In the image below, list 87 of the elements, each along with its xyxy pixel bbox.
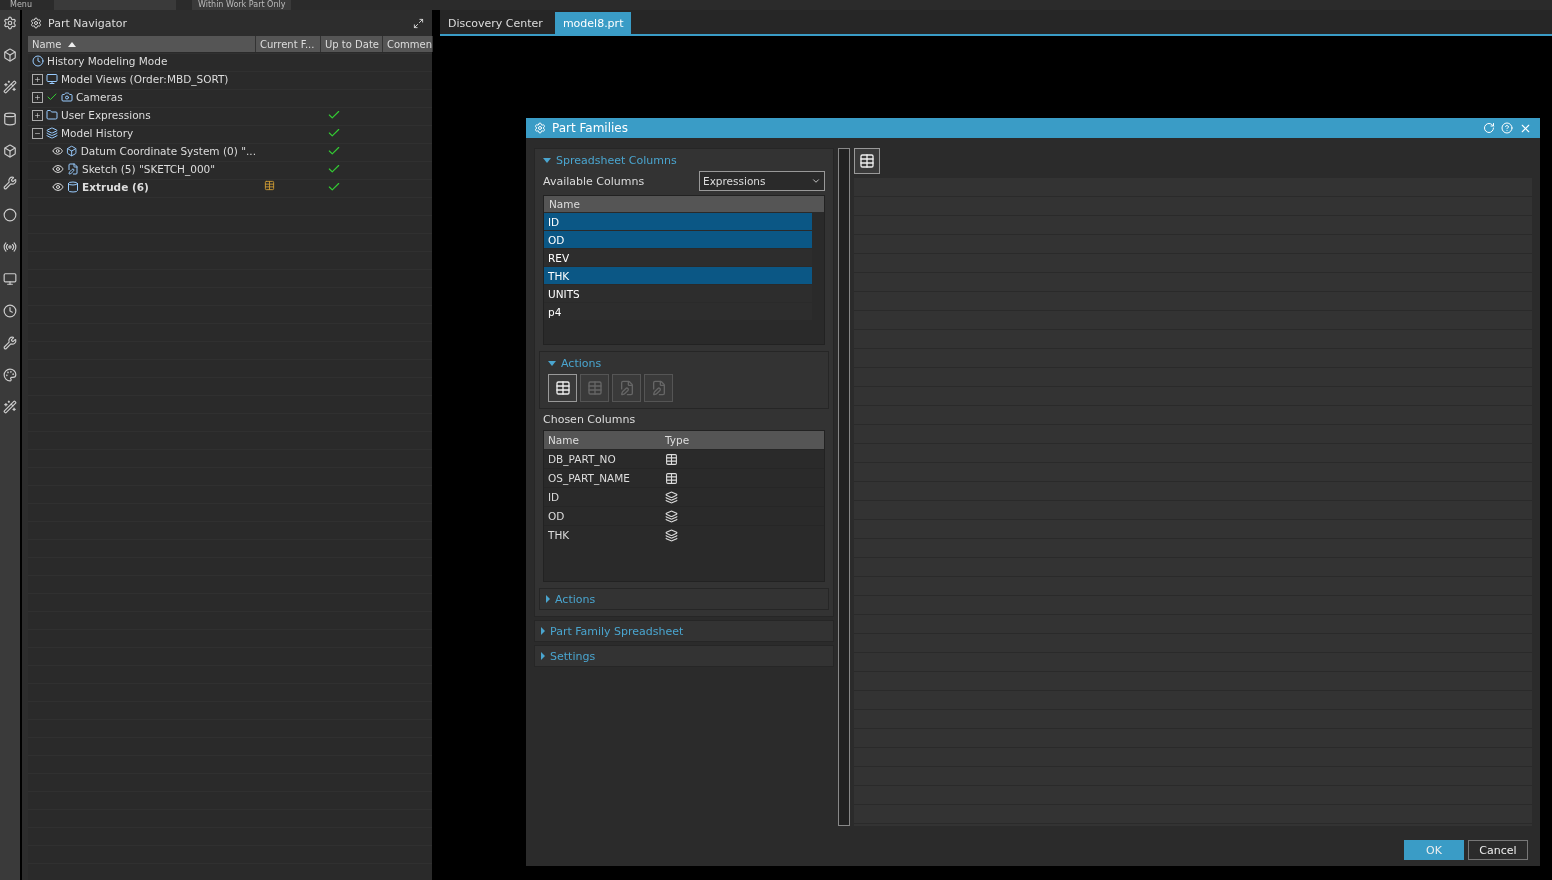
field-label: Chosen Columns	[543, 413, 637, 426]
filter-dropdown[interactable]: Within Work Part Only	[191, 0, 292, 10]
expand-icon[interactable]	[32, 109, 43, 121]
check-icon	[327, 144, 341, 158]
caret-icon[interactable]	[543, 157, 551, 163]
chevron-down-icon	[811, 176, 821, 186]
circle-icon[interactable]	[3, 208, 17, 222]
check-icon	[327, 162, 341, 176]
tree-item-label[interactable]: Datum Coordinate System (0) "...	[80, 145, 256, 157]
wand-icon[interactable]	[3, 80, 17, 94]
eye-icon[interactable]	[52, 181, 64, 193]
columns-dropdown[interactable]: Expressions	[699, 171, 825, 191]
column-header: Name	[549, 198, 580, 210]
caret-icon[interactable]	[541, 652, 545, 660]
palette-icon[interactable]	[3, 368, 17, 382]
collapse-icon[interactable]	[32, 127, 43, 139]
tree-item-label[interactable]: Extrude (6)	[82, 181, 149, 193]
column-header[interactable]: Commen	[383, 36, 433, 52]
reset-icon[interactable]	[1483, 122, 1495, 134]
caret-icon[interactable]	[548, 360, 556, 366]
table-cell-text: OD	[547, 510, 566, 522]
expand-icon[interactable]	[32, 91, 43, 103]
wand-icon[interactable]	[3, 400, 17, 414]
table-cell-text: OS_PART_NAME	[547, 472, 631, 484]
cylinder-icon	[67, 181, 79, 193]
gear-icon[interactable]	[3, 16, 17, 30]
layers-icon	[46, 127, 58, 139]
radio-icon[interactable]	[3, 240, 17, 254]
add-table-button[interactable]	[854, 148, 880, 174]
field-label: Available Columns	[543, 174, 645, 188]
gear-icon	[30, 17, 42, 29]
table-icon	[554, 380, 571, 396]
pen-icon	[618, 380, 635, 396]
eye-icon[interactable]	[52, 145, 64, 157]
monitor-icon	[46, 73, 58, 85]
table-cell-text: THK	[547, 529, 571, 541]
wrench-icon[interactable]	[3, 176, 17, 190]
column-header[interactable]: Name	[28, 36, 256, 52]
tree-item-label[interactable]: User Expressions	[61, 109, 151, 121]
cylinder-icon[interactable]	[3, 112, 17, 126]
column-header[interactable]: Current F...	[256, 36, 321, 52]
caret-icon[interactable]	[546, 595, 550, 603]
tree-item-label[interactable]: Cameras	[76, 91, 123, 103]
list-item[interactable]: ID	[544, 213, 812, 230]
table-cell-text: DB_PART_NO	[547, 453, 617, 465]
menu-button[interactable]: Menu	[4, 0, 38, 10]
column-header: Name	[547, 434, 580, 446]
tree-item-label[interactable]: History Modeling Mode	[47, 55, 168, 67]
section-header[interactable]: Actions	[555, 592, 596, 606]
maximize-icon[interactable]	[413, 17, 424, 29]
camera-icon	[61, 91, 73, 103]
wrench-icon[interactable]	[3, 336, 17, 350]
tree-item-label[interactable]: Model History	[61, 127, 134, 139]
column-header: Type	[664, 434, 691, 446]
dialog-title: Part Families	[552, 121, 628, 135]
box-icon[interactable]	[3, 144, 17, 158]
eye-icon[interactable]	[52, 163, 64, 175]
box-icon[interactable]	[3, 48, 17, 62]
section-header[interactable]: Actions	[561, 356, 602, 370]
splitter[interactable]	[838, 148, 850, 826]
section-header[interactable]: Spreadsheet Columns	[556, 153, 677, 167]
clock-icon	[32, 55, 44, 67]
check-icon	[327, 126, 341, 140]
tree-item-label[interactable]: Model Views (Order:MBD_SORT)	[61, 73, 229, 85]
table-icon	[859, 153, 875, 169]
pen-icon	[650, 380, 667, 396]
table-cell-text: ID	[547, 491, 561, 503]
add-column-button[interactable]	[548, 374, 577, 402]
monitor-icon[interactable]	[3, 272, 17, 286]
list-item[interactable]: THK	[544, 267, 812, 284]
folder-icon	[46, 109, 58, 121]
caret-icon[interactable]	[541, 627, 545, 635]
column-header[interactable]: Up to Date	[321, 36, 383, 52]
table-icon	[586, 380, 603, 396]
tree-item-label[interactable]: Sketch (5) "SKETCH_000"	[82, 163, 216, 175]
list-item[interactable]: OD	[544, 231, 812, 248]
box-icon	[66, 145, 78, 157]
panel-title: Part Navigator	[48, 16, 128, 30]
expand-icon[interactable]	[32, 73, 43, 85]
check-icon	[327, 180, 341, 194]
check-icon	[327, 108, 341, 122]
cancel-button[interactable]: Cancel	[1468, 840, 1528, 860]
section-header[interactable]: Settings	[550, 649, 596, 663]
gear-icon	[534, 122, 546, 134]
pen-icon	[67, 163, 79, 175]
document-tab[interactable]: Discovery Center	[440, 12, 551, 34]
clock-icon[interactable]	[3, 304, 17, 318]
